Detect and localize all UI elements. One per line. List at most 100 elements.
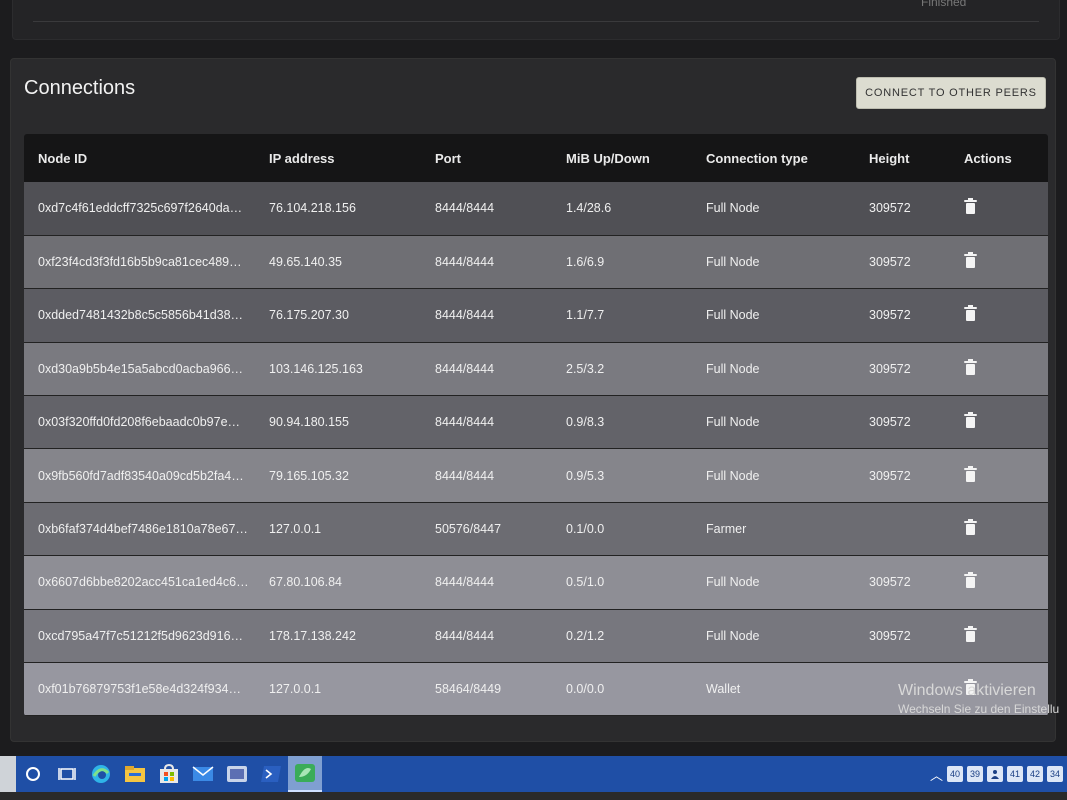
updown-cell: 0.2/1.2 [552, 609, 692, 664]
height-cell: 309572 [855, 235, 950, 290]
updown-cell: 0.5/1.0 [552, 555, 692, 610]
port-cell: 8444/8444 [421, 288, 552, 343]
ip-cell: 127.0.0.1 [255, 502, 421, 557]
ip-cell: 90.94.180.155 [255, 395, 421, 450]
port-cell: 8444/8444 [421, 555, 552, 610]
delete-icon[interactable] [964, 358, 977, 375]
ip-cell: 79.165.105.32 [255, 448, 421, 503]
type-cell: Full Node [692, 342, 855, 397]
delete-icon[interactable] [964, 625, 977, 642]
tray-badge[interactable]: 34 [1047, 766, 1063, 782]
watermark-subtitle: Wechseln Sie zu den Einstellu [898, 702, 1060, 716]
port-cell: 8444/8444 [421, 182, 552, 236]
ip-cell: 103.146.125.163 [255, 342, 421, 397]
height-cell [855, 502, 950, 557]
updown-cell: 1.1/7.7 [552, 288, 692, 343]
store-icon[interactable] [152, 756, 186, 792]
table-row: 0xdded7481432b8c5c5856b41d38… 76.175.207… [24, 288, 1048, 343]
updown-cell: 1.6/6.9 [552, 235, 692, 290]
updown-cell: 2.5/3.2 [552, 342, 692, 397]
updown-cell: 0.1/0.0 [552, 502, 692, 557]
table-row: 0x6607d6bbe8202acc451ca1ed4c6… 67.80.106… [24, 555, 1048, 610]
previous-card: Finished [12, 0, 1060, 40]
connections-table: Node ID IP address Port MiB Up/Down Conn… [24, 134, 1048, 716]
app-icon[interactable] [220, 756, 254, 792]
node-id-cell: 0xb6faf374d4bef7486e1810a78e67… [24, 502, 255, 557]
actions-cell [950, 448, 1048, 503]
port-cell: 8444/8444 [421, 395, 552, 450]
ip-cell: 49.65.140.35 [255, 235, 421, 290]
delete-icon[interactable] [964, 252, 977, 269]
chia-icon[interactable] [288, 756, 322, 792]
start-button[interactable] [0, 756, 16, 792]
node-id-cell: 0x9fb560fd7adf83540a09cd5b2fa4… [24, 448, 255, 503]
port-cell: 8444/8444 [421, 448, 552, 503]
type-cell: Full Node [692, 182, 855, 236]
powershell-icon[interactable] [254, 756, 288, 792]
ip-cell: 127.0.0.1 [255, 662, 421, 716]
tray-badge[interactable]: 39 [967, 766, 983, 782]
col-ip-address[interactable]: IP address [255, 134, 421, 182]
type-cell: Full Node [692, 395, 855, 450]
height-cell: 309572 [855, 448, 950, 503]
delete-icon[interactable] [964, 572, 977, 589]
tray-badge[interactable]: 42 [1027, 766, 1043, 782]
bottom-bezel [0, 792, 1067, 800]
table-row: 0xd30a9b5b4e15a5abcd0acba966… 103.146.12… [24, 342, 1048, 397]
col-port[interactable]: Port [421, 134, 552, 182]
watermark-title: Windows aktivieren [898, 682, 1036, 699]
node-id-cell: 0xcd795a47f7c51212f5d9623d916… [24, 609, 255, 664]
delete-icon[interactable] [964, 305, 977, 322]
delete-icon[interactable] [964, 412, 977, 429]
delete-icon[interactable] [964, 465, 977, 482]
cortana-icon[interactable] [16, 756, 50, 792]
port-cell: 8444/8444 [421, 609, 552, 664]
table-row: 0xd7c4f61eddcff7325c697f2640da… 76.104.2… [24, 182, 1048, 236]
windows-activation-watermark: Windows aktivieren Wechseln Sie zu den E… [898, 682, 1059, 716]
type-cell: Full Node [692, 235, 855, 290]
height-cell: 309572 [855, 395, 950, 450]
ip-cell: 76.104.218.156 [255, 182, 421, 236]
delete-icon[interactable] [964, 519, 977, 536]
col-connection-type[interactable]: Connection type [692, 134, 855, 182]
file-explorer-icon[interactable] [118, 756, 152, 792]
col-mib-up-down[interactable]: MiB Up/Down [552, 134, 692, 182]
edge-icon[interactable] [84, 756, 118, 792]
col-node-id[interactable]: Node ID [24, 134, 255, 182]
col-height[interactable]: Height [855, 134, 950, 182]
type-cell: Full Node [692, 288, 855, 343]
mail-icon[interactable] [186, 756, 220, 792]
connect-to-other-peers-button[interactable]: CONNECT TO OTHER PEERS [856, 77, 1046, 109]
type-cell: Full Node [692, 448, 855, 503]
ip-cell: 76.175.207.30 [255, 288, 421, 343]
actions-cell [950, 342, 1048, 397]
height-cell: 309572 [855, 342, 950, 397]
updown-cell: 0.9/8.3 [552, 395, 692, 450]
type-cell: Full Node [692, 609, 855, 664]
actions-cell [950, 555, 1048, 610]
actions-cell [950, 182, 1048, 236]
height-cell: 309572 [855, 288, 950, 343]
divider [33, 21, 1039, 22]
actions-cell [950, 502, 1048, 557]
tray-badge[interactable]: 41 [1007, 766, 1023, 782]
status-text: Finished [921, 0, 967, 9]
node-id-cell: 0x6607d6bbe8202acc451ca1ed4c6… [24, 555, 255, 610]
updown-cell: 0.0/0.0 [552, 662, 692, 716]
node-id-cell: 0xdded7481432b8c5c5856b41d38… [24, 288, 255, 343]
type-cell: Full Node [692, 555, 855, 610]
table-header-row: Node ID IP address Port MiB Up/Down Conn… [24, 134, 1048, 182]
task-view-icon[interactable] [50, 756, 84, 792]
delete-icon[interactable] [964, 198, 977, 215]
tray-badge[interactable]: 40 [947, 766, 963, 782]
table-row: 0xf01b76879753f1e58e4d324f934… 127.0.0.1… [24, 662, 1048, 716]
table-row: 0xb6faf374d4bef7486e1810a78e67… 127.0.0.… [24, 502, 1048, 557]
ip-cell: 178.17.138.242 [255, 609, 421, 664]
table-row: 0xf23f4cd3f3fd16b5b9ca81cec489… 49.65.14… [24, 235, 1048, 290]
people-icon[interactable] [987, 766, 1003, 782]
col-actions: Actions [964, 150, 1012, 166]
actions-cell [950, 288, 1048, 343]
table-row: 0xcd795a47f7c51212f5d9623d916… 178.17.13… [24, 609, 1048, 664]
chevron-up-icon[interactable]: ︿ [930, 765, 943, 784]
updown-cell: 0.9/5.3 [552, 448, 692, 503]
